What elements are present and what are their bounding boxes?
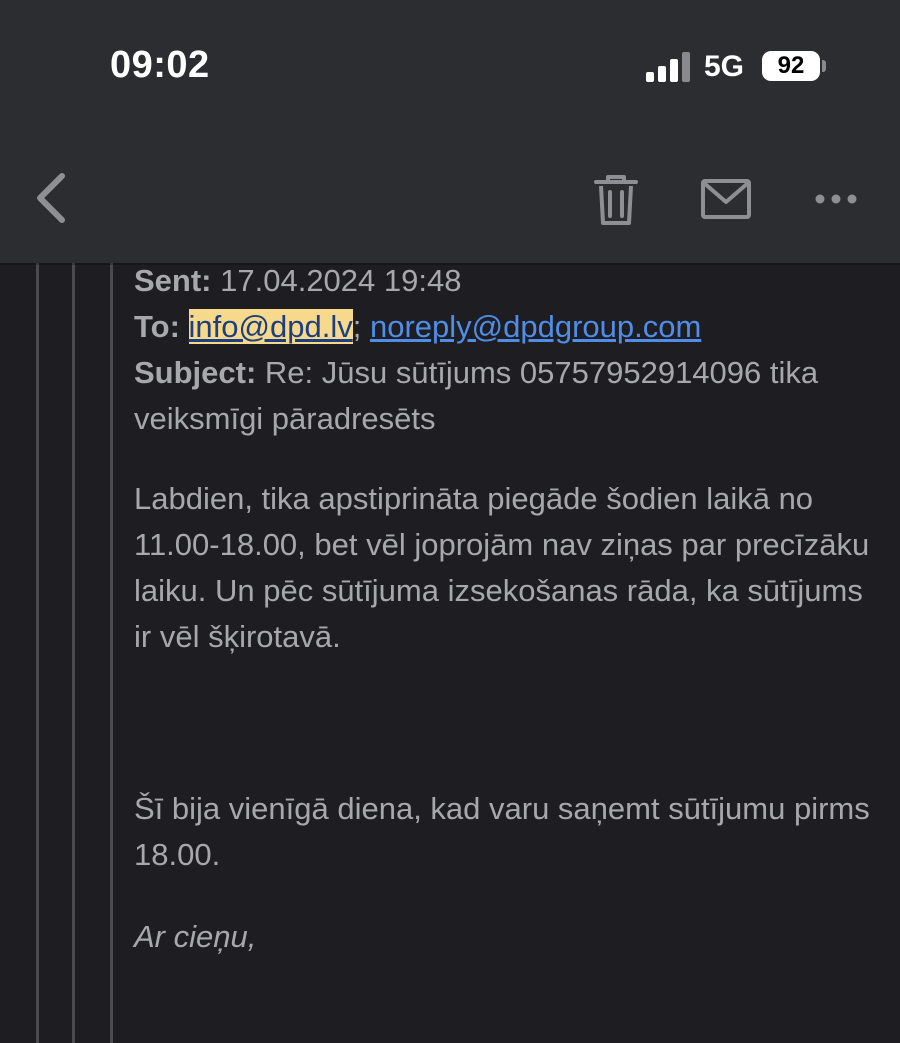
sent-value: 17.04.2024 19:48 xyxy=(220,263,462,298)
status-time: 09:02 xyxy=(110,44,210,86)
email-screen: 09:02 5G 92 Sent: 17.04.2024 19:48 To: i… xyxy=(0,0,900,1043)
recipient-link-noreply[interactable]: noreply@dpdgroup.com xyxy=(370,309,701,344)
ellipsis-icon[interactable] xyxy=(812,186,860,212)
recipient-link-info[interactable]: info@dpd.lv xyxy=(188,309,353,344)
quote-bar xyxy=(72,263,75,1043)
signoff-text: Ar cieņu, xyxy=(134,919,257,954)
quote-bar xyxy=(110,263,113,1043)
recipient-separator: ; xyxy=(352,309,362,344)
sent-label: Sent: xyxy=(134,263,212,298)
chevron-left-icon[interactable] xyxy=(28,168,78,228)
trash-icon[interactable] xyxy=(592,172,640,228)
to-label: To: xyxy=(134,309,180,344)
sent-row: Sent: 17.04.2024 19:48 xyxy=(134,258,874,304)
email-body: Sent: 17.04.2024 19:48 To: info@dpd.lv; … xyxy=(134,258,874,960)
body-paragraph: Šī bija vienīgā diena, kad varu saņemt s… xyxy=(134,791,870,872)
battery-indicator: 92 xyxy=(762,51,820,81)
body-paragraph: Labdien, tika apstiprināta piegāde šodie… xyxy=(134,481,870,654)
quote-bar xyxy=(36,263,39,1043)
battery-tip xyxy=(822,60,826,72)
signal-icon xyxy=(646,52,690,82)
envelope-icon[interactable] xyxy=(700,176,752,222)
network-type: 5G xyxy=(704,50,745,83)
subject-row: Subject: Re: Jūsu sūtījums 0575795291409… xyxy=(134,350,874,442)
subject-label: Subject: xyxy=(134,355,257,390)
to-row: To: info@dpd.lv; noreply@dpdgroup.com xyxy=(134,304,874,350)
top-toolbar: 09:02 5G 92 xyxy=(0,0,900,263)
